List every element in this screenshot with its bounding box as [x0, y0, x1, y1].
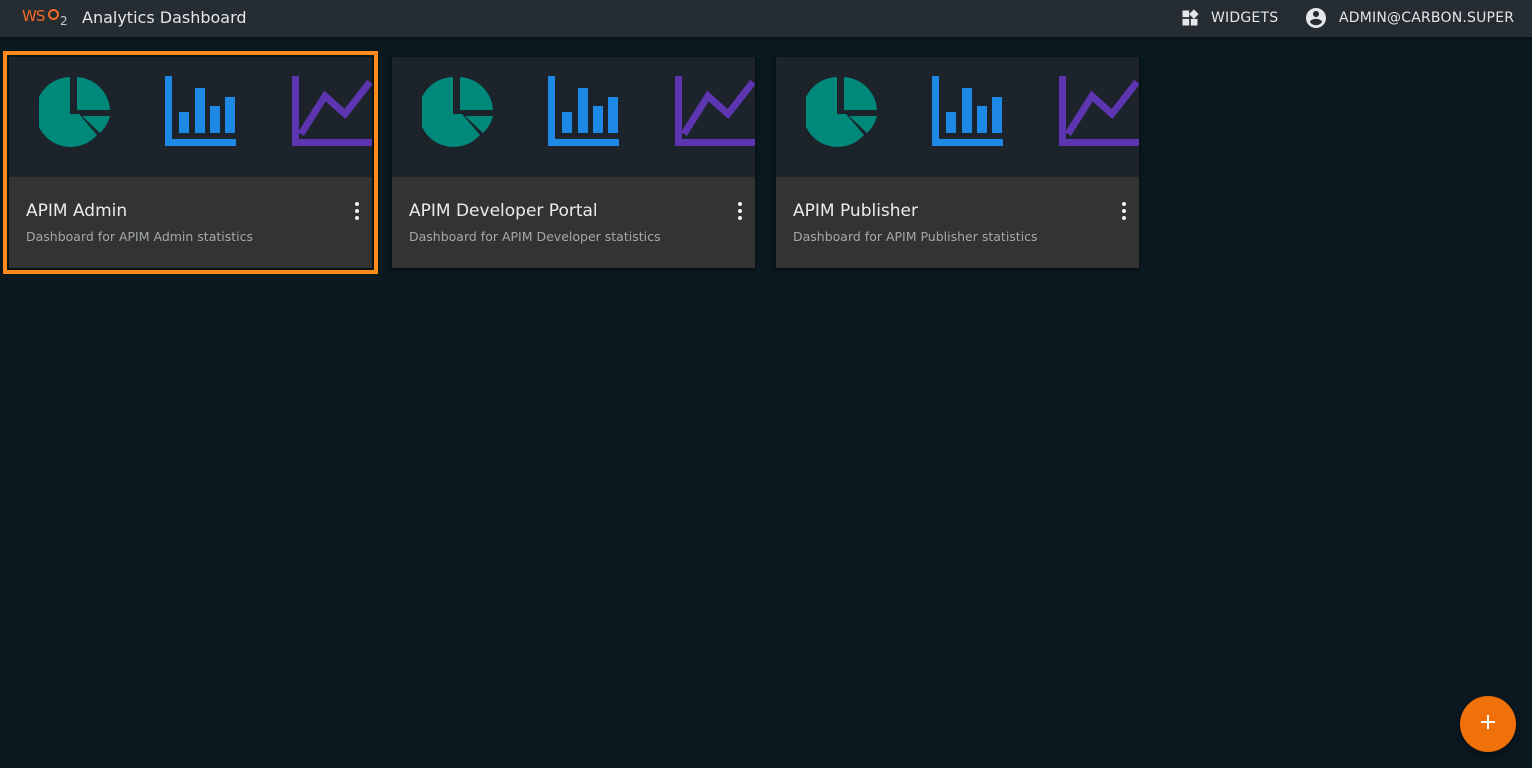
bar-chart-icon: [165, 76, 236, 146]
dashboard-description: Dashboard for APIM Publisher statistics: [793, 229, 1038, 244]
pie-chart-icon: [422, 77, 493, 147]
logo-ws-text: WS: [22, 7, 45, 25]
more-vert-icon[interactable]: [345, 199, 369, 223]
pie-chart-icon: [806, 77, 877, 147]
dashboard-card-apim-publisher[interactable]: APIM Publisher Dashboard for APIM Publis…: [776, 57, 1139, 268]
line-chart-icon: [1059, 76, 1139, 146]
app-title: Analytics Dashboard: [82, 8, 247, 27]
account-circle-icon: [1304, 6, 1328, 30]
dashboard-thumbnail: [392, 57, 755, 177]
user-menu-button[interactable]: ADMIN@CARBON.SUPER: [1304, 6, 1514, 30]
add-icon: [1476, 710, 1500, 738]
create-dashboard-button[interactable]: [1460, 696, 1516, 752]
logo-o-ring: [48, 9, 59, 20]
wso2-logo[interactable]: WS 2: [22, 4, 70, 30]
line-chart-icon: [675, 76, 755, 146]
widgets-icon: [1180, 8, 1200, 28]
top-app-bar: WS 2 Analytics Dashboard WIDGETS ADMIN@C…: [0, 0, 1532, 37]
widgets-button[interactable]: WIDGETS: [1180, 6, 1278, 30]
bar-chart-icon: [548, 76, 619, 146]
dashboard-description: Dashboard for APIM Admin statistics: [26, 229, 254, 244]
dashboard-thumbnail: [9, 57, 372, 177]
dashboard-title: APIM Publisher: [793, 201, 919, 221]
dashboard-title: APIM Admin: [26, 201, 128, 221]
pie-chart-icon: [39, 77, 110, 147]
more-vert-icon[interactable]: [1112, 199, 1136, 223]
more-vert-icon[interactable]: [728, 199, 752, 223]
line-chart-icon: [292, 76, 372, 146]
dashboard-card-apim-admin[interactable]: APIM Admin Dashboard for APIM Admin stat…: [3, 51, 378, 274]
logo-two-text: 2: [60, 14, 68, 28]
bar-chart-icon: [932, 76, 1003, 146]
user-label: ADMIN@CARBON.SUPER: [1339, 10, 1515, 26]
dashboard-title: APIM Developer Portal: [409, 201, 598, 221]
dashboard-thumbnail: [776, 57, 1139, 177]
dashboard-description: Dashboard for APIM Developer statistics: [409, 229, 661, 244]
widgets-label: WIDGETS: [1211, 10, 1279, 26]
dashboard-card-apim-developer-portal[interactable]: APIM Developer Portal Dashboard for APIM…: [392, 57, 755, 268]
